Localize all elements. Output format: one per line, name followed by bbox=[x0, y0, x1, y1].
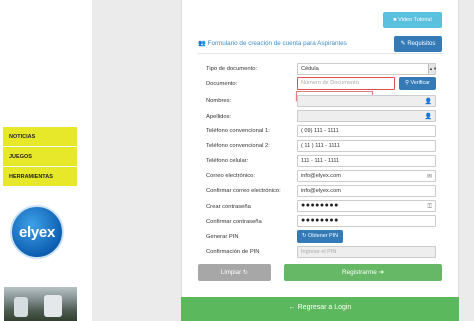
celular-input[interactable]: 111 - 111 - 1111 bbox=[297, 155, 436, 167]
apellidos-field: 👤 bbox=[297, 110, 436, 122]
obtener-pin-button[interactable]: ↻ Obtener PIN bbox=[297, 230, 343, 243]
menu-item-herramientas[interactable]: HERRAMIENTAS bbox=[3, 167, 77, 187]
correo-label: Correo electrónico: bbox=[206, 173, 255, 179]
elyex-logo[interactable]: elyex bbox=[10, 205, 64, 259]
arrow-right-icon: ➜ bbox=[378, 269, 384, 276]
nombres-label: Nombres: bbox=[206, 98, 232, 104]
confirmar-correo-label: Confirmar correo electrónico: bbox=[206, 188, 281, 194]
left-sidebar: NOTICIAS JUEGOS HERRAMIENTAS elyex bbox=[0, 0, 92, 321]
key-icon: ⚿ bbox=[427, 204, 432, 210]
refresh-icon: ↻ bbox=[242, 269, 249, 276]
user-icon: 👤 bbox=[424, 114, 432, 120]
telefono2-input[interactable]: ( 11 ) 111 - 1111 bbox=[297, 140, 436, 152]
menu-item-noticias[interactable]: NOTICIAS bbox=[3, 127, 77, 147]
tipo-documento-select[interactable]: Cédula ▲▼ bbox=[297, 63, 437, 75]
video-tutorial-button[interactable]: ■ Video Tutorial bbox=[383, 12, 442, 28]
verificar-button[interactable]: ⚲ Verificar bbox=[399, 77, 436, 90]
confirmar-password-input[interactable]: ●●●●●●●● bbox=[297, 215, 436, 227]
celular-label: Teléfono celular: bbox=[206, 158, 249, 164]
tipo-documento-label: Tipo de documento: bbox=[206, 66, 258, 72]
telefono1-input[interactable]: ( 09) 111 - 1111 bbox=[297, 125, 436, 137]
promo-photo bbox=[4, 287, 77, 321]
telefono2-label: Teléfono convencional 2: bbox=[206, 143, 270, 149]
nombres-field: 👤 bbox=[297, 95, 436, 107]
logo-text: elyex bbox=[18, 223, 56, 241]
video-icon: ■ bbox=[393, 17, 397, 23]
documento-input[interactable]: Número de Documento bbox=[297, 77, 395, 90]
search-icon: ⚲ bbox=[405, 80, 409, 86]
form-title: 👥 Formulario de creación de cuenta para … bbox=[198, 40, 347, 47]
side-menu: NOTICIAS JUEGOS HERRAMIENTAS bbox=[3, 127, 77, 187]
documento-label: Documento: bbox=[206, 81, 238, 87]
users-icon: 👥 bbox=[198, 40, 206, 47]
edit-icon: ✎ bbox=[400, 41, 406, 47]
password-label: Crear contraseña bbox=[206, 204, 251, 210]
confirmar-password-label: Confirmar contraseña bbox=[206, 219, 262, 225]
arrow-left-icon: ← bbox=[288, 304, 296, 311]
confirmar-correo-input[interactable]: info@elyex.com bbox=[297, 185, 436, 197]
limpiar-button[interactable]: Limpiar ↻ bbox=[198, 264, 271, 281]
apellidos-label: Apellidos: bbox=[206, 114, 232, 120]
envelope-icon: ✉ bbox=[426, 174, 432, 180]
menu-item-juegos[interactable]: JUEGOS bbox=[3, 147, 77, 167]
registrarme-button[interactable]: Registrarme ➜ bbox=[284, 264, 442, 281]
telefono1-label: Teléfono convencional 1: bbox=[206, 128, 270, 134]
regresar-login-button[interactable]: ← Regresar a Login bbox=[181, 297, 459, 321]
user-icon: 👤 bbox=[424, 99, 432, 105]
refresh-icon: ↻ bbox=[302, 233, 307, 239]
requisitos-button[interactable]: ✎ Requisitos bbox=[394, 36, 442, 52]
title-divider bbox=[198, 53, 442, 54]
confirmar-pin-label: Confirmación de PIN bbox=[206, 249, 260, 255]
confirmar-pin-input[interactable]: Ingrese el PIN bbox=[297, 246, 436, 258]
chevron-down-icon: ▲▼ bbox=[428, 64, 437, 74]
pin-label: Generar PIN bbox=[206, 234, 239, 240]
correo-input[interactable]: info@elyex.com ✉ bbox=[297, 170, 436, 182]
password-input[interactable]: ●●●●●●●● ⚿ bbox=[297, 200, 436, 212]
